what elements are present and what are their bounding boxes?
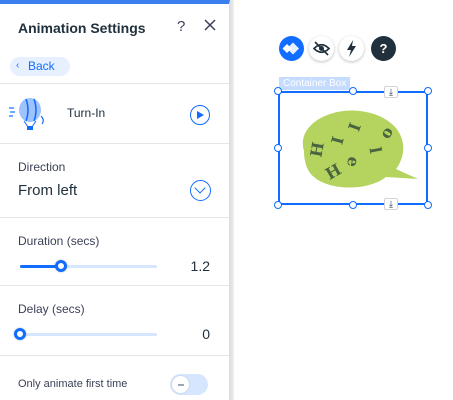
anchor-bottom-icon[interactable]: ⤓ [384,198,398,210]
duration-section: Duration (secs) 1.2 [0,218,229,286]
help-icon[interactable]: ? [177,18,185,35]
chevron-down-icon [194,182,206,194]
editor-canvas: ? Container Box ⤓ ⤓ H I I o l e H [234,0,453,400]
chevron-left-icon: ‹ [16,60,20,71]
resize-handle-middle-left[interactable] [274,144,282,152]
animation-icon [282,42,299,55]
delay-slider-thumb[interactable] [14,328,26,340]
delay-label: Delay (secs) [18,302,85,316]
duration-value[interactable]: 1.2 [191,258,210,274]
animation-name: Turn-In [67,106,106,120]
delay-slider[interactable] [14,328,157,340]
help-button[interactable]: ? [371,36,396,61]
container-box-label: Container Box [279,77,351,90]
direction-dropdown-button[interactable] [190,180,211,201]
interactions-button[interactable] [339,36,364,61]
back-label: Back [28,59,55,73]
delay-value[interactable]: 0 [202,326,210,342]
play-preview-button[interactable] [190,105,210,125]
close-icon[interactable] [203,18,217,32]
animate-once-toggle[interactable] [170,374,208,395]
toggle-off-icon [178,384,184,386]
duration-slider[interactable] [20,260,157,272]
resize-handle-top-right[interactable] [424,87,432,95]
hide-button[interactable] [309,36,334,61]
animate-once-section: Only animate first time [0,356,229,400]
direction-value[interactable]: From left [18,182,77,199]
resize-handle-top-left[interactable] [274,87,282,95]
back-button[interactable]: ‹ Back [10,57,70,76]
direction-section: Direction From left [0,144,229,218]
play-icon [197,110,204,119]
resize-handle-middle-right[interactable] [424,144,432,152]
duration-slider-thumb[interactable] [55,260,68,272]
resize-handle-bottom-center[interactable] [349,201,357,209]
anchor-top-icon[interactable]: ⤓ [384,86,398,98]
resize-handle-bottom-right[interactable] [424,201,432,209]
duration-label: Duration (secs) [18,234,100,248]
direction-label: Direction [18,160,66,174]
toggle-knob [172,376,189,393]
back-row: ‹ Back [0,48,229,84]
hot-air-balloon-icon [9,98,44,130]
panel-title: Animation Settings [18,20,146,36]
animation-preview-row: Turn-In [0,84,229,144]
animate-once-label: Only animate first time [18,378,128,390]
delay-section: Delay (secs) 0 [0,286,229,356]
lightning-icon [347,40,356,57]
eye-off-icon [312,41,331,56]
animation-button[interactable] [279,36,304,61]
speech-bubble-image: H I I o l e H [302,110,418,188]
animation-settings-panel: Animation Settings ? ‹ Back Turn-In Dire… [0,0,230,400]
panel-header: Animation Settings ? [0,8,229,48]
resize-handle-top-center[interactable] [349,87,357,95]
resize-handle-bottom-left[interactable] [274,201,282,209]
